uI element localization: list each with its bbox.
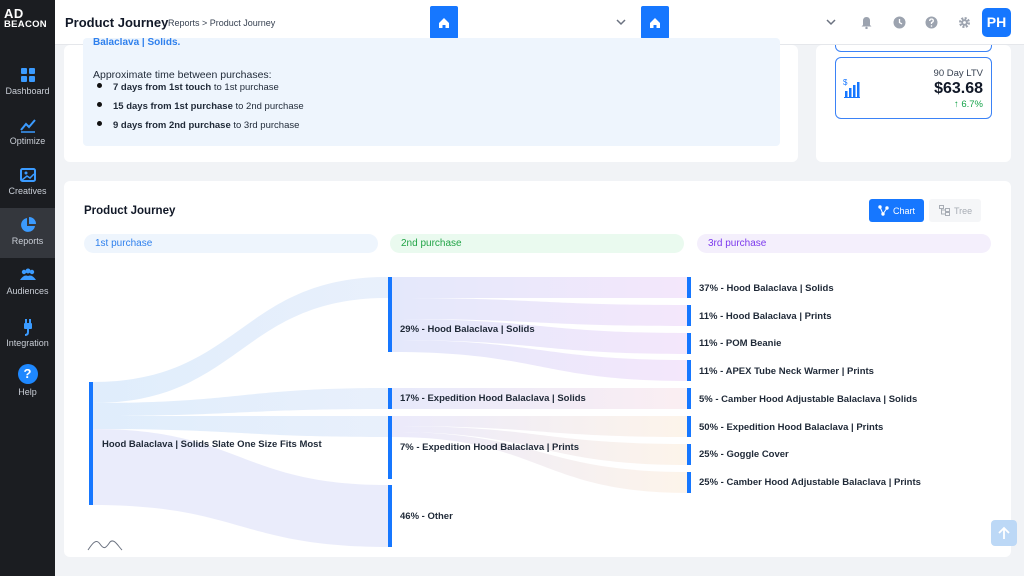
product-journey-sankey <box>87 277 691 551</box>
node-bar-third[interactable] <box>687 388 691 409</box>
third-purchase-node[interactable]: 11% - APEX Tube Neck Warmer | Prints <box>699 366 874 377</box>
node-bar-third[interactable] <box>687 472 691 493</box>
second-purchase-node[interactable]: 7% - Expedition Hood Balaclava | Prints <box>400 442 579 453</box>
third-purchase-node[interactable]: 11% - POM Beanie <box>699 338 781 349</box>
node-bar-third[interactable] <box>687 305 691 326</box>
third-purchase-node[interactable]: 37% - Hood Balaclava | Solids <box>699 283 834 294</box>
scroll-to-top-button[interactable] <box>991 520 1017 546</box>
flow-link <box>392 277 688 298</box>
node-bar-third[interactable] <box>687 444 691 465</box>
node-bar-first[interactable] <box>89 382 93 505</box>
node-bar-third[interactable] <box>687 360 691 381</box>
node-bar-second[interactable] <box>388 416 392 479</box>
third-purchase-node[interactable]: 5% - Camber Hood Adjustable Balaclava | … <box>699 394 917 405</box>
node-bar-second[interactable] <box>388 388 392 409</box>
sparkline-icon <box>87 540 123 551</box>
first-purchase-node[interactable]: Hood Balaclava | Solids Slate One Size F… <box>102 439 322 450</box>
node-bar-third[interactable] <box>687 416 691 437</box>
third-purchase-node[interactable]: 50% - Expedition Hood Balaclava | Prints <box>699 422 883 433</box>
arrow-up-icon <box>998 526 1010 539</box>
third-purchase-node[interactable]: 25% - Goggle Cover <box>699 449 789 460</box>
node-bar-third[interactable] <box>687 277 691 298</box>
node-bar-third[interactable] <box>687 333 691 354</box>
flow-link <box>93 277 388 403</box>
node-bar-second[interactable] <box>388 485 392 547</box>
second-purchase-node[interactable]: 17% - Expedition Hood Balaclava | Solids <box>400 393 586 404</box>
third-purchase-node[interactable]: 11% - Hood Balaclava | Prints <box>699 311 832 322</box>
second-purchase-node[interactable]: 29% - Hood Balaclava | Solids <box>400 324 535 335</box>
second-purchase-node[interactable]: 46% - Other <box>400 511 453 522</box>
third-purchase-node[interactable]: 25% - Camber Hood Adjustable Balaclava |… <box>699 477 921 488</box>
node-bar-second[interactable] <box>388 277 392 352</box>
